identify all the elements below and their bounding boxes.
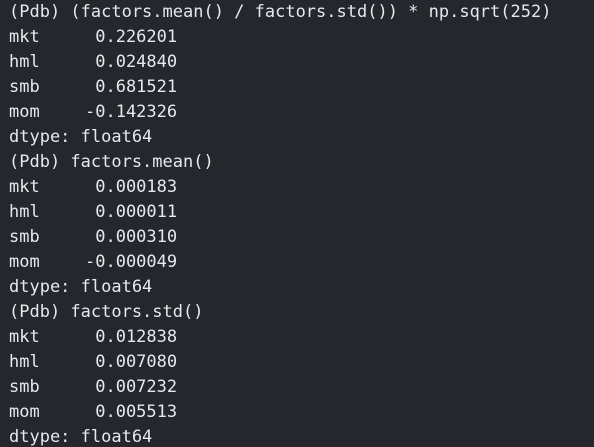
series-row: smb 0.007232 xyxy=(9,375,594,400)
series-row: smb 0.681521 xyxy=(9,75,594,100)
series-row: mkt 0.000183 xyxy=(9,175,594,200)
series-index-label: smb xyxy=(9,377,40,397)
series-index-label: mkt xyxy=(9,177,40,197)
dtype-line: dtype: float64 xyxy=(9,277,153,297)
series-index-label: hml xyxy=(9,202,40,222)
pdb-command-line: (Pdb) factors.mean() xyxy=(9,152,214,172)
dtype-line: dtype: float64 xyxy=(9,427,153,447)
series-index-label: hml xyxy=(9,52,40,72)
series-row: hml 0.000011 xyxy=(9,200,594,225)
series-value: -0.000049 xyxy=(85,252,178,272)
series-value: -0.142326 xyxy=(85,102,178,122)
series-index-label: mom xyxy=(9,402,40,422)
series-row: hml 0.024840 xyxy=(9,50,594,75)
series-row: mom -0.000049 xyxy=(9,250,594,275)
series-value: 0.681521 xyxy=(85,77,178,97)
series-index-label: mkt xyxy=(9,27,40,47)
series-value: 0.000183 xyxy=(85,177,178,197)
series-value: 0.005513 xyxy=(85,402,178,422)
series-index-label: mkt xyxy=(9,327,40,347)
series-value: 0.226201 xyxy=(85,27,178,47)
series-value: 0.012838 xyxy=(85,327,178,347)
pdb-terminal-output[interactable]: (Pdb) (factors.mean() / factors.std()) *… xyxy=(0,0,594,447)
series-row: mkt 0.012838 xyxy=(9,325,594,350)
series-value: 0.000310 xyxy=(85,227,178,247)
series-value: 0.024840 xyxy=(85,52,178,72)
series-row: mkt 0.226201 xyxy=(9,25,594,50)
series-row: mom -0.142326 xyxy=(9,100,594,125)
series-index-label: mom xyxy=(9,102,40,122)
series-index-label: smb xyxy=(9,77,40,97)
series-value: 0.007232 xyxy=(85,377,178,397)
series-index-label: hml xyxy=(9,352,40,372)
series-value: 0.000011 xyxy=(85,202,178,222)
series-row: smb 0.000310 xyxy=(9,225,594,250)
pdb-command-line: (Pdb) (factors.mean() / factors.std()) *… xyxy=(9,2,552,22)
series-row: hml 0.007080 xyxy=(9,350,594,375)
pdb-command-line: (Pdb) factors.std() xyxy=(9,302,204,322)
series-value: 0.007080 xyxy=(85,352,178,372)
series-index-label: mom xyxy=(9,252,40,272)
series-index-label: smb xyxy=(9,227,40,247)
series-row: mom 0.005513 xyxy=(9,400,594,425)
dtype-line: dtype: float64 xyxy=(9,127,153,147)
